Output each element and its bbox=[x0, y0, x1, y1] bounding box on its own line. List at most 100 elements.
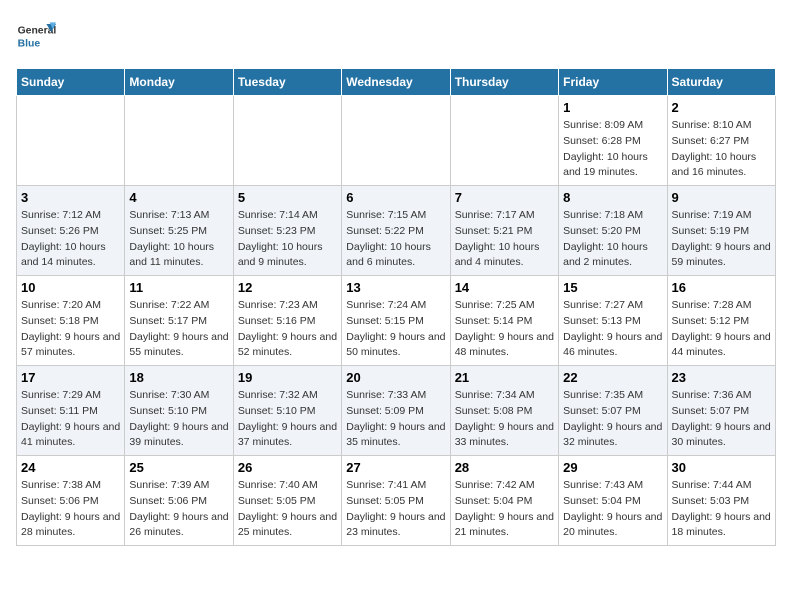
calendar-cell: 17 Sunrise: 7:29 AM Sunset: 5:11 PM Dayli… bbox=[17, 366, 125, 456]
svg-text:Blue: Blue bbox=[18, 38, 41, 49]
day-info: Sunrise: 7:12 AM Sunset: 5:26 PM Dayligh… bbox=[21, 208, 120, 271]
calendar-cell: 1 Sunrise: 8:09 AM Sunset: 6:28 PM Daylig… bbox=[559, 96, 667, 186]
calendar-cell: 27 Sunrise: 7:41 AM Sunset: 5:05 PM Dayli… bbox=[342, 456, 450, 546]
day-number: 17 bbox=[21, 370, 120, 385]
day-number: 13 bbox=[346, 280, 445, 295]
day-info: Sunrise: 7:32 AM Sunset: 5:10 PM Dayligh… bbox=[238, 388, 337, 451]
day-info: Sunrise: 7:41 AM Sunset: 5:05 PM Dayligh… bbox=[346, 478, 445, 541]
day-number: 24 bbox=[21, 460, 120, 475]
calendar-cell: 23 Sunrise: 7:36 AM Sunset: 5:07 PM Dayli… bbox=[667, 366, 775, 456]
day-info: Sunrise: 7:17 AM Sunset: 5:21 PM Dayligh… bbox=[455, 208, 554, 271]
calendar-header-row: SundayMondayTuesdayWednesdayThursdayFrid… bbox=[17, 69, 776, 96]
calendar-week-row: 24 Sunrise: 7:38 AM Sunset: 5:06 PM Dayli… bbox=[17, 456, 776, 546]
day-info: Sunrise: 7:13 AM Sunset: 5:25 PM Dayligh… bbox=[129, 208, 228, 271]
logo-icon: General Blue bbox=[16, 16, 56, 56]
day-info: Sunrise: 7:23 AM Sunset: 5:16 PM Dayligh… bbox=[238, 298, 337, 361]
calendar-table: SundayMondayTuesdayWednesdayThursdayFrid… bbox=[16, 68, 776, 546]
day-number: 23 bbox=[672, 370, 771, 385]
header-day-wednesday: Wednesday bbox=[342, 69, 450, 96]
calendar-cell: 13Sunrise: 7:24 AM Sunset: 5:15 PM Dayli… bbox=[342, 276, 450, 366]
calendar-cell: 12 Sunrise: 7:23 AM Sunset: 5:16 PM Dayli… bbox=[233, 276, 341, 366]
calendar-cell: 24 Sunrise: 7:38 AM Sunset: 5:06 PM Dayli… bbox=[17, 456, 125, 546]
day-info: Sunrise: 7:38 AM Sunset: 5:06 PM Dayligh… bbox=[21, 478, 120, 541]
day-number: 19 bbox=[238, 370, 337, 385]
calendar-cell: 14 Sunrise: 7:25 AM Sunset: 5:14 PM Dayli… bbox=[450, 276, 558, 366]
header-day-saturday: Saturday bbox=[667, 69, 775, 96]
header-day-monday: Monday bbox=[125, 69, 233, 96]
page-header: General Blue bbox=[16, 16, 776, 56]
calendar-cell: 20Sunrise: 7:33 AM Sunset: 5:09 PM Dayli… bbox=[342, 366, 450, 456]
calendar-cell: 28Sunrise: 7:42 AM Sunset: 5:04 PM Dayli… bbox=[450, 456, 558, 546]
day-number: 12 bbox=[238, 280, 337, 295]
day-number: 8 bbox=[563, 190, 662, 205]
day-info: Sunrise: 7:44 AM Sunset: 5:03 PM Dayligh… bbox=[672, 478, 771, 541]
calendar-cell: 5Sunrise: 7:14 AM Sunset: 5:23 PM Daylig… bbox=[233, 186, 341, 276]
day-info: Sunrise: 7:28 AM Sunset: 5:12 PM Dayligh… bbox=[672, 298, 771, 361]
header-day-sunday: Sunday bbox=[17, 69, 125, 96]
day-info: Sunrise: 7:35 AM Sunset: 5:07 PM Dayligh… bbox=[563, 388, 662, 451]
day-number: 3 bbox=[21, 190, 120, 205]
logo: General Blue bbox=[16, 16, 60, 56]
day-info: Sunrise: 7:36 AM Sunset: 5:07 PM Dayligh… bbox=[672, 388, 771, 451]
calendar-cell bbox=[17, 96, 125, 186]
day-info: Sunrise: 8:10 AM Sunset: 6:27 PM Dayligh… bbox=[672, 118, 771, 181]
calendar-week-row: 17 Sunrise: 7:29 AM Sunset: 5:11 PM Dayli… bbox=[17, 366, 776, 456]
day-info: Sunrise: 7:29 AM Sunset: 5:11 PM Dayligh… bbox=[21, 388, 120, 451]
calendar-week-row: 10 Sunrise: 7:20 AM Sunset: 5:18 PM Dayli… bbox=[17, 276, 776, 366]
day-number: 1 bbox=[563, 100, 662, 115]
header-day-tuesday: Tuesday bbox=[233, 69, 341, 96]
day-info: Sunrise: 7:15 AM Sunset: 5:22 PM Dayligh… bbox=[346, 208, 445, 271]
day-info: Sunrise: 7:33 AM Sunset: 5:09 PM Dayligh… bbox=[346, 388, 445, 451]
day-number: 9 bbox=[672, 190, 771, 205]
calendar-cell: 15 Sunrise: 7:27 AM Sunset: 5:13 PM Dayli… bbox=[559, 276, 667, 366]
day-info: Sunrise: 7:14 AM Sunset: 5:23 PM Dayligh… bbox=[238, 208, 337, 271]
day-number: 15 bbox=[563, 280, 662, 295]
calendar-cell: 11 Sunrise: 7:22 AM Sunset: 5:17 PM Dayli… bbox=[125, 276, 233, 366]
calendar-cell: 4 Sunrise: 7:13 AM Sunset: 5:25 PM Daylig… bbox=[125, 186, 233, 276]
calendar-cell: 6Sunrise: 7:15 AM Sunset: 5:22 PM Daylig… bbox=[342, 186, 450, 276]
day-number: 4 bbox=[129, 190, 228, 205]
calendar-cell: 9 Sunrise: 7:19 AM Sunset: 5:19 PM Daylig… bbox=[667, 186, 775, 276]
day-info: Sunrise: 8:09 AM Sunset: 6:28 PM Dayligh… bbox=[563, 118, 662, 181]
calendar-cell bbox=[125, 96, 233, 186]
day-info: Sunrise: 7:19 AM Sunset: 5:19 PM Dayligh… bbox=[672, 208, 771, 271]
calendar-cell: 10 Sunrise: 7:20 AM Sunset: 5:18 PM Dayli… bbox=[17, 276, 125, 366]
calendar-cell: 8 Sunrise: 7:18 AM Sunset: 5:20 PM Daylig… bbox=[559, 186, 667, 276]
calendar-week-row: 1 Sunrise: 8:09 AM Sunset: 6:28 PM Daylig… bbox=[17, 96, 776, 186]
header-day-friday: Friday bbox=[559, 69, 667, 96]
day-number: 18 bbox=[129, 370, 228, 385]
day-number: 10 bbox=[21, 280, 120, 295]
day-info: Sunrise: 7:43 AM Sunset: 5:04 PM Dayligh… bbox=[563, 478, 662, 541]
calendar-cell: 25Sunrise: 7:39 AM Sunset: 5:06 PM Dayli… bbox=[125, 456, 233, 546]
calendar-week-row: 3 Sunrise: 7:12 AM Sunset: 5:26 PM Daylig… bbox=[17, 186, 776, 276]
day-info: Sunrise: 7:22 AM Sunset: 5:17 PM Dayligh… bbox=[129, 298, 228, 361]
calendar-cell: 7Sunrise: 7:17 AM Sunset: 5:21 PM Daylig… bbox=[450, 186, 558, 276]
calendar-cell: 30 Sunrise: 7:44 AM Sunset: 5:03 PM Dayli… bbox=[667, 456, 775, 546]
calendar-cell: 18 Sunrise: 7:30 AM Sunset: 5:10 PM Dayli… bbox=[125, 366, 233, 456]
day-number: 11 bbox=[129, 280, 228, 295]
day-info: Sunrise: 7:40 AM Sunset: 5:05 PM Dayligh… bbox=[238, 478, 337, 541]
day-info: Sunrise: 7:20 AM Sunset: 5:18 PM Dayligh… bbox=[21, 298, 120, 361]
header-day-thursday: Thursday bbox=[450, 69, 558, 96]
day-info: Sunrise: 7:18 AM Sunset: 5:20 PM Dayligh… bbox=[563, 208, 662, 271]
day-info: Sunrise: 7:25 AM Sunset: 5:14 PM Dayligh… bbox=[455, 298, 554, 361]
day-info: Sunrise: 7:27 AM Sunset: 5:13 PM Dayligh… bbox=[563, 298, 662, 361]
day-number: 30 bbox=[672, 460, 771, 475]
day-number: 22 bbox=[563, 370, 662, 385]
day-info: Sunrise: 7:42 AM Sunset: 5:04 PM Dayligh… bbox=[455, 478, 554, 541]
calendar-cell: 29 Sunrise: 7:43 AM Sunset: 5:04 PM Dayli… bbox=[559, 456, 667, 546]
day-number: 27 bbox=[346, 460, 445, 475]
calendar-cell: 21Sunrise: 7:34 AM Sunset: 5:08 PM Dayli… bbox=[450, 366, 558, 456]
calendar-cell: 22 Sunrise: 7:35 AM Sunset: 5:07 PM Dayli… bbox=[559, 366, 667, 456]
calendar-cell: 26 Sunrise: 7:40 AM Sunset: 5:05 PM Dayli… bbox=[233, 456, 341, 546]
day-info: Sunrise: 7:30 AM Sunset: 5:10 PM Dayligh… bbox=[129, 388, 228, 451]
calendar-cell bbox=[342, 96, 450, 186]
day-number: 14 bbox=[455, 280, 554, 295]
calendar-cell: 19 Sunrise: 7:32 AM Sunset: 5:10 PM Dayli… bbox=[233, 366, 341, 456]
day-number: 21 bbox=[455, 370, 554, 385]
day-number: 16 bbox=[672, 280, 771, 295]
day-number: 26 bbox=[238, 460, 337, 475]
day-number: 2 bbox=[672, 100, 771, 115]
day-number: 29 bbox=[563, 460, 662, 475]
calendar-cell bbox=[233, 96, 341, 186]
